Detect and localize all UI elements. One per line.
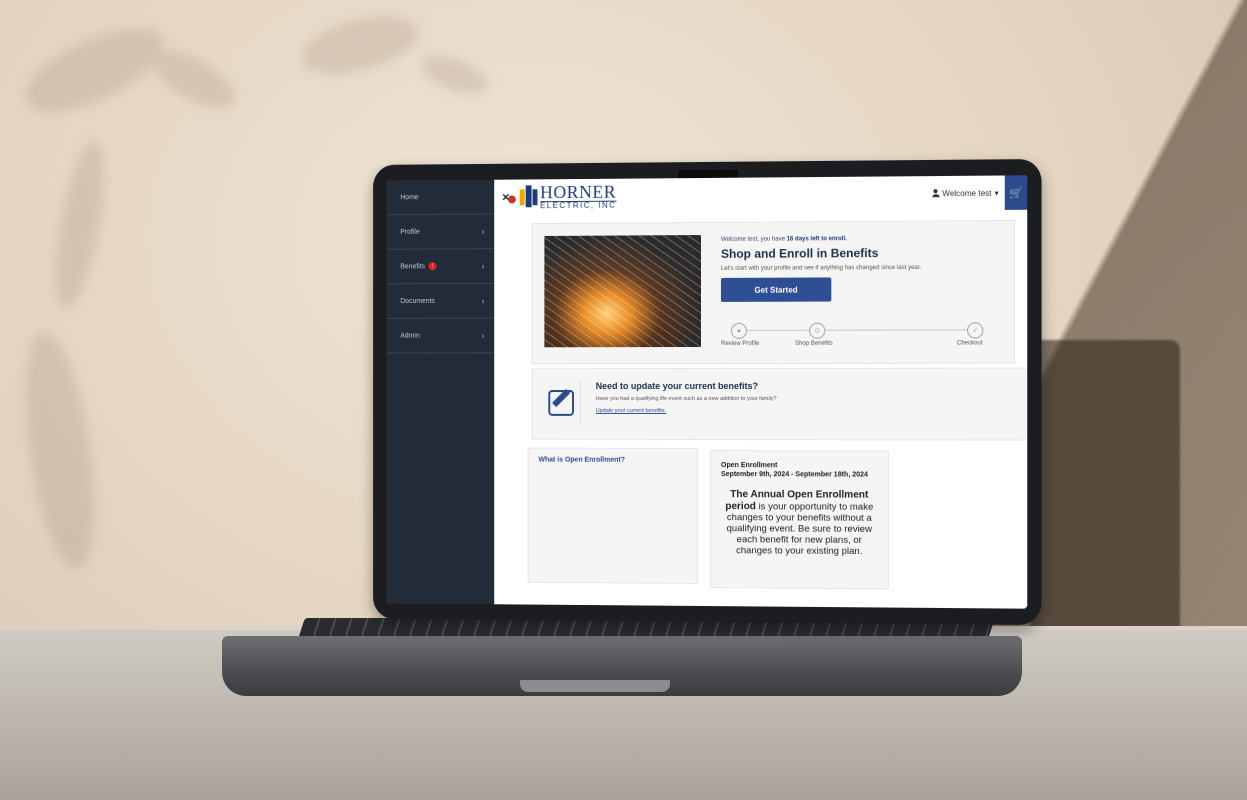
sidebar: Home Profile › Benefits ! › Documents › …: [386, 179, 495, 605]
alert-dot-icon: [507, 195, 516, 204]
logo-main-text: HORNER: [540, 181, 617, 202]
edit-icon: [548, 390, 574, 416]
sidebar-item-admin[interactable]: Admin ›: [386, 318, 495, 354]
user-icon: [932, 189, 939, 197]
notification-badge: !: [428, 262, 437, 271]
update-description: Have you had a qualifying life event suc…: [595, 395, 777, 403]
sidebar-item-benefits[interactable]: Benefits ! ›: [386, 249, 495, 285]
step-label-checkout: Checkout: [956, 340, 983, 347]
chevron-right-icon: ›: [481, 330, 485, 341]
caret-down-icon: ▾: [994, 188, 999, 198]
open-enrollment-description: The Annual Open Enrollment period is you…: [719, 489, 880, 558]
enroll-description: Let's start with your profile and see if…: [720, 264, 922, 272]
dates-range: September 9th, 2024 - September 18th, 20…: [720, 471, 868, 479]
open-enrollment-dates-card: Open Enrollment September 9th, 2024 - Se…: [709, 450, 889, 590]
sidebar-item-label: Home: [400, 193, 419, 201]
step-label-review-profile: Review Profile: [720, 340, 760, 347]
chevron-right-icon: ›: [481, 295, 485, 306]
user-menu[interactable]: Welcome test ▾: [932, 188, 999, 198]
person-icon: ●: [730, 322, 747, 339]
update-benefits-link[interactable]: Update your current benefits.: [596, 408, 1018, 414]
dates-heading-block: Open Enrollment September 9th, 2024 - Se…: [721, 461, 878, 480]
logo-sub-text: ELECTRIC, INC: [540, 200, 617, 210]
sidebar-item-documents[interactable]: Documents ›: [386, 283, 495, 319]
sidebar-item-label: Profile: [400, 228, 420, 236]
update-benefits-card: Need to update your current benefits? Ha…: [531, 367, 1028, 441]
enroll-text: Welcome test, you have 16 days left to e…: [720, 235, 1004, 302]
sidebar-item-benefits-wrap: Benefits !: [400, 262, 437, 271]
sidebar-item-label: Admin: [400, 332, 420, 340]
cart-icon: ⊙: [809, 322, 826, 339]
main-content: Welcome test, you have 16 days left to e…: [494, 209, 1028, 609]
welcome-text: Welcome test: [942, 188, 992, 198]
days-left-count: 16 days left to enroll.: [786, 236, 847, 243]
enroll-card: Welcome test, you have 16 days left to e…: [531, 219, 1015, 365]
sidebar-item-label: Benefits: [400, 262, 426, 270]
get-started-button[interactable]: Get Started: [720, 277, 832, 302]
sidebar-item-home[interactable]: Home: [386, 179, 495, 216]
dates-heading: Open Enrollment: [720, 462, 778, 470]
laptop-trackpad-notch: [520, 680, 670, 692]
update-title: Need to update your current benefits?: [595, 380, 759, 392]
update-icon-box: [542, 381, 581, 425]
open-enrollment-question: What is Open Enrollment?: [538, 456, 625, 464]
logo-wordmark: HORNER ELECTRIC, INC: [540, 181, 617, 210]
hero-image-sparks: [544, 235, 702, 348]
days-left-prefix: Welcome test, you have: [720, 236, 785, 243]
top-bar: × HORNER ELECTRIC, INC Welcome test ▾ 🛒: [494, 175, 1028, 215]
laptop-lid: Home Profile › Benefits ! › Documents › …: [373, 158, 1042, 626]
update-text: Need to update your current benefits? Ha…: [596, 381, 1018, 414]
shelf-shadow: [1030, 340, 1180, 660]
check-icon: ✓: [967, 322, 984, 339]
cart-icon: 🛒: [1008, 186, 1024, 200]
chevron-right-icon: ›: [481, 226, 485, 237]
cart-button[interactable]: 🛒: [1004, 175, 1028, 210]
days-left-text: Welcome test, you have 16 days left to e…: [721, 235, 1004, 243]
company-logo[interactable]: HORNER ELECTRIC, INC: [519, 181, 617, 210]
logo-mark-icon: [519, 185, 538, 208]
step-label-shop-benefits: Shop Benefits: [795, 340, 833, 347]
page-title: Shop and Enroll in Benefits: [720, 246, 879, 261]
steps-line: [734, 329, 978, 331]
open-enrollment-info-card: What is Open Enrollment?: [527, 447, 699, 584]
progress-steps: ● ⊙ ✓ Review Profile Shop Benefits Check…: [721, 322, 994, 353]
laptop-screen: Home Profile › Benefits ! › Documents › …: [386, 175, 1028, 609]
sidebar-item-label: Documents: [400, 297, 435, 305]
chevron-right-icon: ›: [481, 261, 485, 272]
sidebar-item-profile[interactable]: Profile ›: [386, 214, 495, 250]
